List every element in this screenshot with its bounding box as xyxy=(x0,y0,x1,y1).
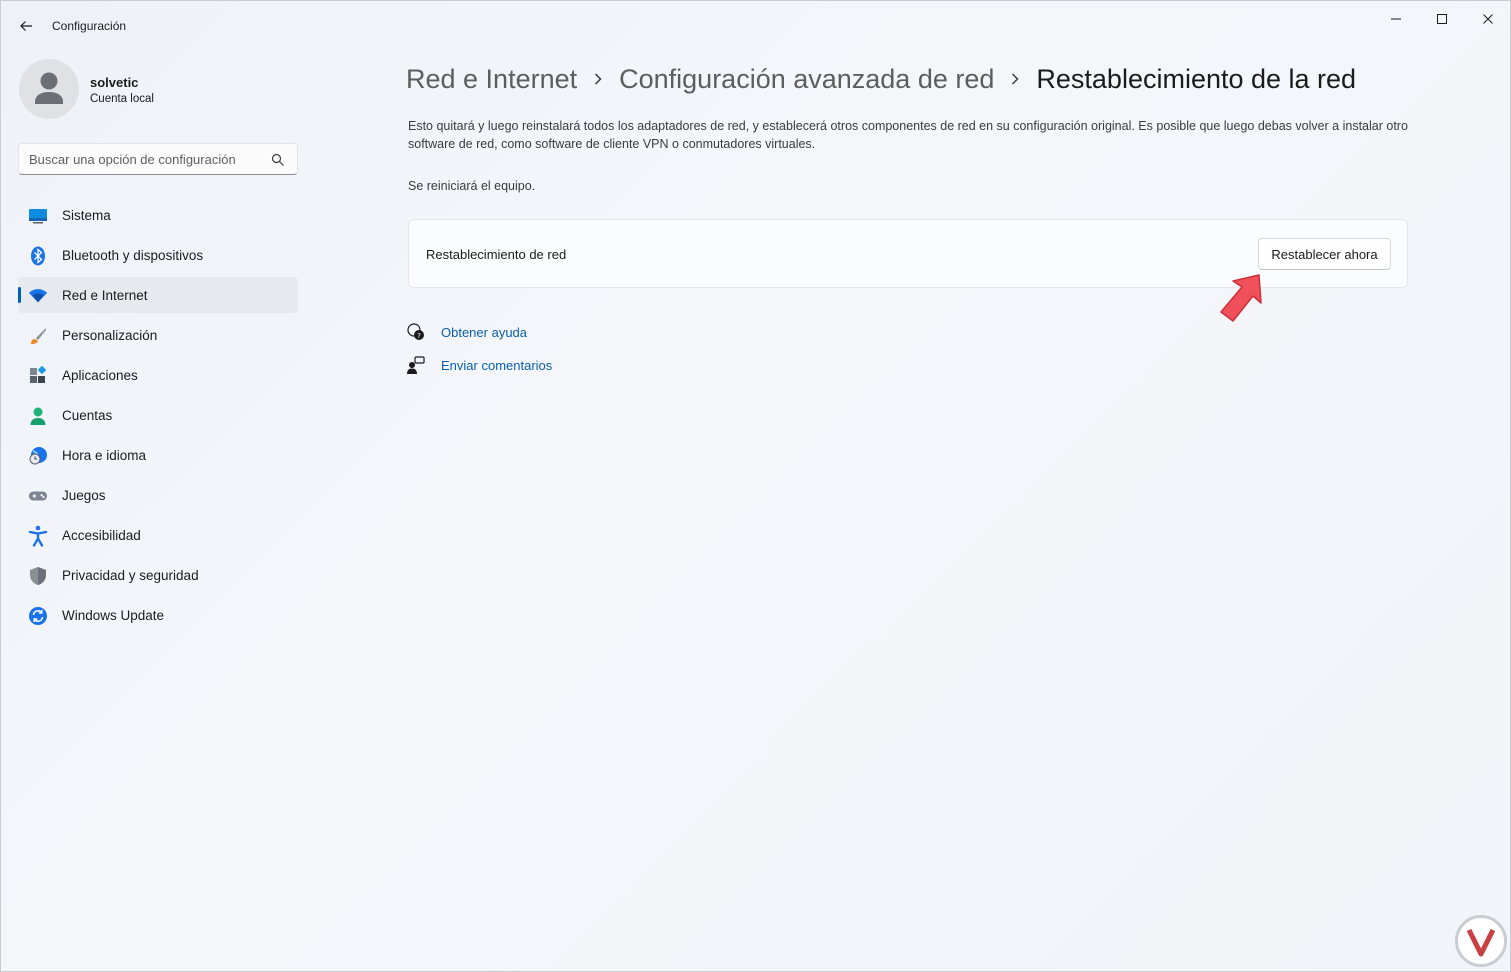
gamepad-icon xyxy=(28,486,48,506)
sidebar-item-red-internet[interactable]: Red e Internet xyxy=(18,277,298,313)
search-box[interactable] xyxy=(18,143,298,175)
breadcrumb-item-config-avanzada[interactable]: Configuración avanzada de red xyxy=(619,64,994,95)
search-icon[interactable] xyxy=(271,153,285,167)
sidebar-item-hora-idioma[interactable]: Hora e idioma xyxy=(18,437,298,473)
sidebar-item-juegos[interactable]: Juegos xyxy=(18,477,298,513)
brush-icon xyxy=(28,326,48,346)
user-name: solvetic xyxy=(90,75,139,90)
sidebar-item-bluetooth[interactable]: Bluetooth y dispositivos xyxy=(18,237,298,273)
sidebar-item-label: Red e Internet xyxy=(62,288,148,303)
settings-window: Configuración solvetic Cuenta local Sist… xyxy=(0,0,1511,972)
update-icon xyxy=(28,606,48,626)
logo-v-icon xyxy=(1466,928,1496,957)
sidebar-item-label: Accesibilidad xyxy=(62,528,141,543)
apps-icon xyxy=(28,366,48,386)
user-silhouette-icon xyxy=(35,72,63,104)
sidebar-item-accesibilidad[interactable]: Accesibilidad xyxy=(18,517,298,553)
help-chat-icon: ? xyxy=(406,322,426,342)
annotation-arrow-icon xyxy=(1220,274,1262,322)
breadcrumb: Red e Internet Configuración avanzada de… xyxy=(406,59,1356,99)
sidebar-item-label: Privacidad y seguridad xyxy=(62,568,199,583)
shield-icon xyxy=(28,566,48,586)
watermark-logo xyxy=(1455,915,1507,967)
sidebar-item-label: Cuentas xyxy=(62,408,113,423)
network-reset-label: Restablecimiento de red xyxy=(426,247,567,262)
svg-text:?: ? xyxy=(417,332,421,340)
back-arrow-icon xyxy=(20,21,32,31)
wifi-icon xyxy=(28,286,48,306)
get-help-link[interactable]: Obtener ayuda xyxy=(441,325,527,340)
monitor-icon xyxy=(28,206,48,226)
sidebar-item-cuentas[interactable]: Cuentas xyxy=(18,397,298,433)
maximize-button[interactable] xyxy=(1419,5,1465,33)
sidebar-item-label: Bluetooth y dispositivos xyxy=(62,248,204,263)
sidebar-item-aplicaciones[interactable]: Aplicaciones xyxy=(18,357,298,393)
sidebar-item-label: Personalización xyxy=(62,328,158,343)
title-bar: Configuración xyxy=(1,1,1510,49)
breadcrumb-item-red-internet[interactable]: Red e Internet xyxy=(406,64,577,95)
close-button[interactable] xyxy=(1465,5,1511,33)
sidebar-item-label: Aplicaciones xyxy=(62,368,138,383)
sidebar-item-label: Hora e idioma xyxy=(62,448,147,463)
avatar[interactable] xyxy=(19,59,79,119)
feedback-row: Enviar comentarios xyxy=(406,354,552,376)
send-feedback-link[interactable]: Enviar comentarios xyxy=(441,358,552,373)
restart-note: Se reiniciará el equipo. xyxy=(408,179,536,193)
close-icon xyxy=(1483,14,1493,24)
sidebar-item-personalizacion[interactable]: Personalización xyxy=(18,317,298,353)
back-button[interactable] xyxy=(13,13,39,39)
bluetooth-icon xyxy=(28,246,48,266)
sidebar-nav: Sistema Bluetooth y dispositivos Red e I… xyxy=(18,197,298,637)
feedback-icon xyxy=(406,355,426,375)
person-icon xyxy=(28,406,48,426)
chevron-right-icon xyxy=(1010,72,1020,86)
search-input[interactable] xyxy=(29,150,265,168)
get-help-row: ? Obtener ayuda xyxy=(406,321,527,343)
app-title: Configuración xyxy=(52,19,127,33)
minimize-icon xyxy=(1391,18,1401,20)
sidebar-item-label: Sistema xyxy=(62,208,111,223)
sidebar-item-windows-update[interactable]: Windows Update xyxy=(18,597,298,633)
globe-clock-icon xyxy=(28,446,48,466)
maximize-icon xyxy=(1437,14,1447,24)
account-type: Cuenta local xyxy=(90,93,154,105)
sidebar-item-sistema[interactable]: Sistema xyxy=(18,197,298,233)
sidebar-item-label: Juegos xyxy=(62,488,106,503)
page-title: Restablecimiento de la red xyxy=(1036,63,1357,94)
chevron-right-icon xyxy=(593,72,603,86)
sidebar-item-label: Windows Update xyxy=(62,608,165,623)
description-text: Esto quitará y luego reinstalará todos l… xyxy=(408,119,1408,151)
minimize-button[interactable] xyxy=(1373,5,1419,33)
accessibility-icon xyxy=(28,525,48,547)
reset-now-button[interactable]: Restablecer ahora xyxy=(1258,238,1391,270)
sidebar-item-privacidad[interactable]: Privacidad y seguridad xyxy=(18,557,298,593)
